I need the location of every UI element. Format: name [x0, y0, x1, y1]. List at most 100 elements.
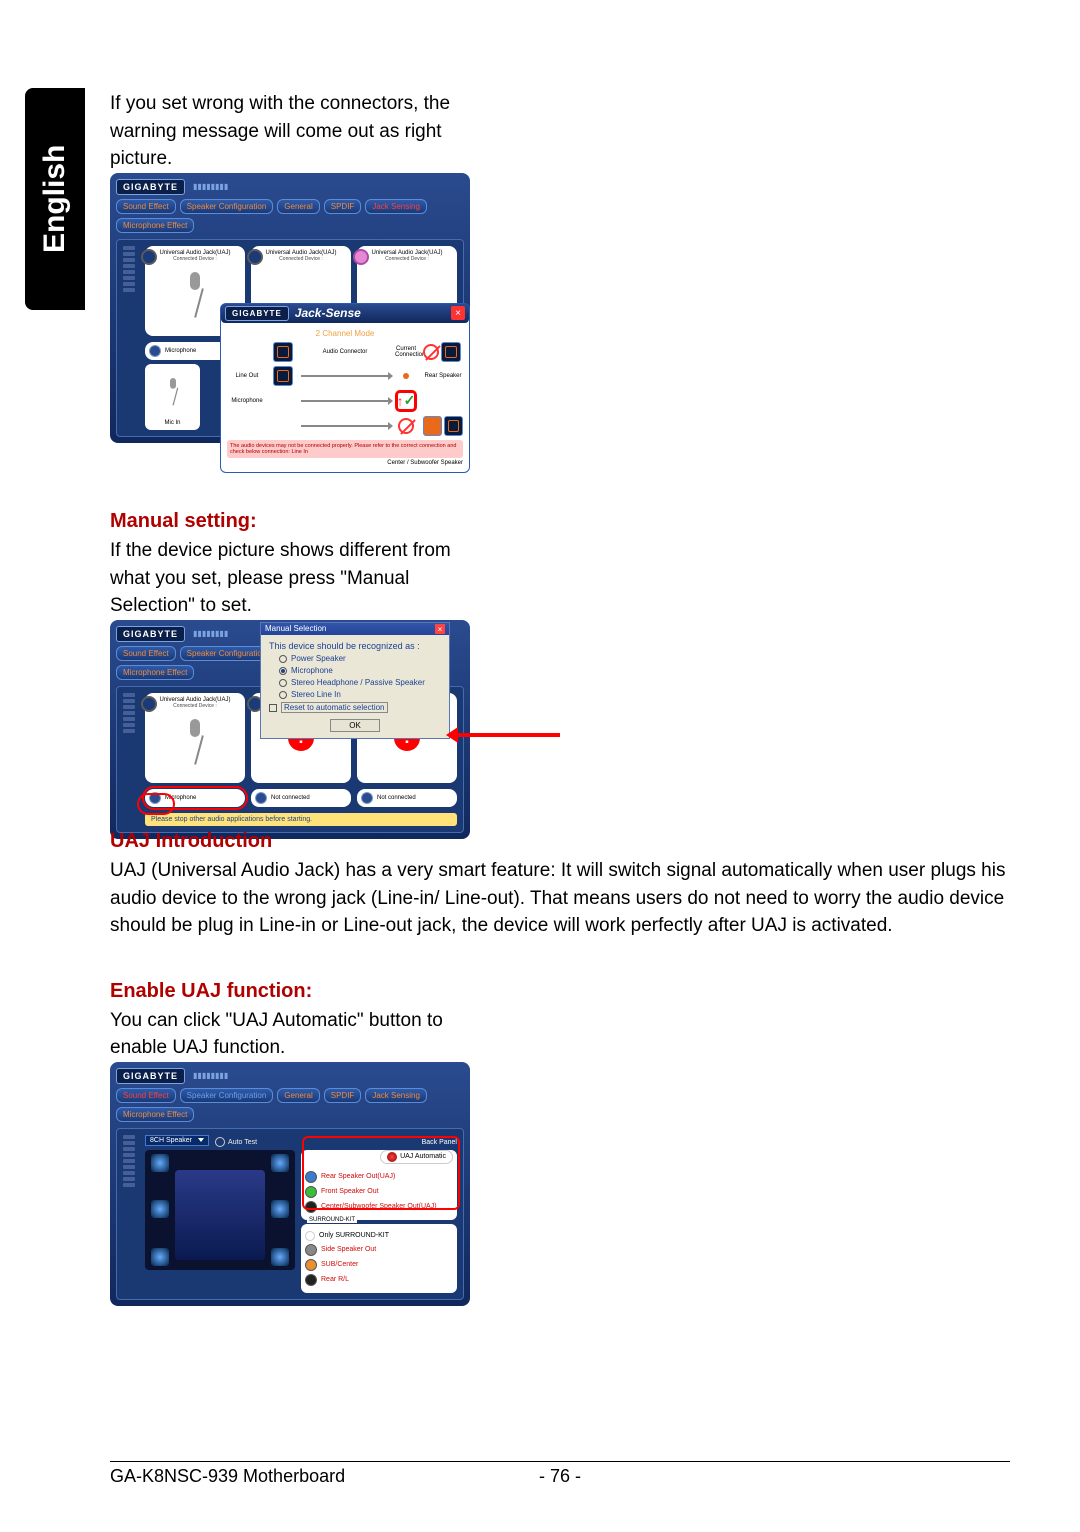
col-current-connection: Current Connection [395, 346, 417, 358]
figure-speaker-config-panel: GIGABYTE ▮▮▮▮▮▮▮▮ Sound Effect Speaker C… [110, 1062, 470, 1306]
jack-dot-grey-icon [305, 1244, 317, 1256]
speaker-icon [444, 416, 463, 436]
status-row: Microphone Not connected Not connected [145, 789, 457, 807]
chevron-down-icon [198, 1138, 204, 1142]
callout-box: ↑✓ [395, 390, 417, 412]
room-illustration [145, 1150, 295, 1270]
tab-sound-effect[interactable]: Sound Effect [116, 646, 176, 661]
popup-grid: Audio Connector Current Connection Line … [227, 342, 463, 436]
radio-line-in[interactable]: Stereo Line In [279, 690, 441, 699]
section-warning-text: If you set wrong with the connectors, th… [110, 90, 480, 173]
jack-line-side: Side Speaker Out [305, 1244, 453, 1256]
tab-speaker-config[interactable]: Speaker Configuration [180, 1088, 274, 1103]
manual-setting-text: If the device picture shows different fr… [110, 537, 480, 620]
language-side-tab: English [25, 88, 85, 310]
dialog-body: This device should be recognized as : Po… [261, 635, 449, 738]
jack-dot-icon [361, 792, 373, 804]
manual-setting-text-col: Manual setting: If the device picture sh… [110, 510, 480, 620]
speaker-glow-icon [151, 1248, 169, 1266]
enable-uaj-heading: Enable UAJ function: [110, 980, 480, 1003]
jack-title: Universal Audio Jack(UAJ) [361, 250, 453, 256]
enable-uaj-text-col: Enable UAJ function: You can click "UAJ … [110, 980, 480, 1062]
mic-in-label: Mic In [149, 420, 196, 426]
jack-dot-black-icon [305, 1274, 317, 1286]
tab-spdif[interactable]: SPDIF [324, 1088, 362, 1103]
jack-line-rearrl: Rear R/L [305, 1274, 453, 1286]
eq-sidebar [123, 1135, 135, 1293]
row-label-mic: Microphone [227, 398, 267, 404]
jack-label: Side Speaker Out [321, 1246, 376, 1253]
tab-mic-effect[interactable]: Microphone Effect [116, 665, 194, 680]
tab-general[interactable]: General [277, 1088, 319, 1103]
prohibit-icon [423, 344, 439, 360]
tab-mic-effect[interactable]: Microphone Effect [116, 218, 194, 233]
radio-headphone[interactable]: Stereo Headphone / Passive Speaker [279, 678, 441, 687]
tab-sound-effect[interactable]: Sound Effect [116, 1088, 176, 1103]
status-notconnected: Not connected [357, 789, 457, 807]
page-footer: GA-K8NSC-939 Motherboard - 76 - [110, 1461, 1010, 1487]
panel-titlebar: GIGABYTE ▮▮▮▮▮▮▮▮ [116, 179, 464, 195]
ring-icon [305, 1231, 315, 1241]
jack-icon [141, 696, 157, 712]
checkbox-reset[interactable]: Reset to automatic selection [269, 702, 441, 713]
tab-spdif[interactable]: SPDIF [324, 199, 362, 214]
panel-tabs: Sound Effect Speaker Configuration Gener… [116, 1088, 464, 1122]
checkbox-icon [269, 704, 277, 712]
tab-mic-effect[interactable]: Microphone Effect [116, 1107, 194, 1122]
dialog-title: Manual Selection [265, 624, 326, 634]
ring-icon [215, 1137, 225, 1147]
dialog-prompt: This device should be recognized as : [269, 641, 441, 651]
gigabyte-logo: GIGABYTE [225, 306, 289, 321]
toggle-label: Only SURROUND-KIT [319, 1232, 389, 1239]
auto-test-toggle[interactable]: Auto Test [215, 1137, 257, 1147]
radio-icon [279, 691, 287, 699]
jack-card-1: Universal Audio Jack(UAJ) Connected Devi… [145, 693, 245, 783]
radio-microphone[interactable]: Microphone [279, 666, 441, 675]
col-audio-connector: Audio Connector [301, 349, 389, 355]
jack-title: Universal Audio Jack(UAJ) [149, 697, 241, 703]
mic-in-card: Mic In [145, 364, 200, 430]
speaker-dropdown[interactable]: 8CH Speaker [145, 1135, 209, 1146]
jack-icon [141, 249, 157, 265]
radio-icon [279, 679, 287, 687]
ok-button[interactable]: OK [330, 719, 380, 732]
only-surroundkit-toggle[interactable]: Only SURROUND-KIT [305, 1231, 453, 1241]
tab-general[interactable]: General [277, 199, 319, 214]
speaker-icon [423, 416, 442, 436]
footer-page-number: - 76 - [539, 1466, 581, 1487]
panel-titlebar: GIGABYTE ▮▮▮▮▮▮▮▮ [116, 1068, 464, 1084]
uaj-intro-text: UAJ (Universal Audio Jack) has a very sm… [110, 857, 1010, 940]
drag-handle-icon: ▮▮▮▮▮▮▮▮ [193, 182, 228, 191]
radio-label: Stereo Headphone / Passive Speaker [291, 678, 425, 687]
radio-power-speaker[interactable]: Power Speaker [279, 654, 441, 663]
dropdown-value: 8CH Speaker [150, 1137, 192, 1144]
footer-model: GA-K8NSC-939 Motherboard [110, 1466, 345, 1487]
section-enable-uaj: Enable UAJ function: You can click "UAJ … [110, 980, 1010, 1270]
radio-icon [279, 655, 287, 663]
popup-title-text: Jack-Sense [295, 306, 361, 320]
tab-jack-sensing[interactable]: Jack Sensing [365, 1088, 427, 1103]
eq-sidebar [123, 246, 135, 430]
speaker-glow-icon [271, 1248, 289, 1266]
jack-icon [247, 249, 263, 265]
tab-speaker-config[interactable]: Speaker Configuration [180, 199, 274, 214]
status-label: Microphone [165, 348, 196, 354]
close-icon[interactable]: × [451, 306, 465, 320]
red-arrow-callout [450, 730, 570, 740]
checkbox-label: Reset to automatic selection [281, 702, 388, 713]
microphone-icon [180, 272, 210, 322]
tab-jack-sensing[interactable]: Jack Sensing [365, 199, 427, 214]
jack-label: SUB/Center [321, 1261, 358, 1268]
jack-sub: Connected Device : [149, 256, 241, 262]
microphone-icon [180, 719, 210, 769]
surround-kit-box: SURROUND-KIT Only SURROUND-KIT Side Spea… [301, 1224, 457, 1293]
close-icon[interactable]: × [435, 624, 445, 634]
arrow-icon [301, 375, 389, 377]
tab-sound-effect[interactable]: Sound Effect [116, 199, 176, 214]
drag-handle-icon: ▮▮▮▮▮▮▮▮ [193, 629, 228, 638]
row-label-rear: Rear Speaker [423, 373, 463, 379]
speaker-icon [441, 342, 461, 362]
jack-dot-icon [149, 345, 161, 357]
status-notconnected: Not connected [251, 789, 351, 807]
auto-test-label: Auto Test [228, 1139, 257, 1146]
